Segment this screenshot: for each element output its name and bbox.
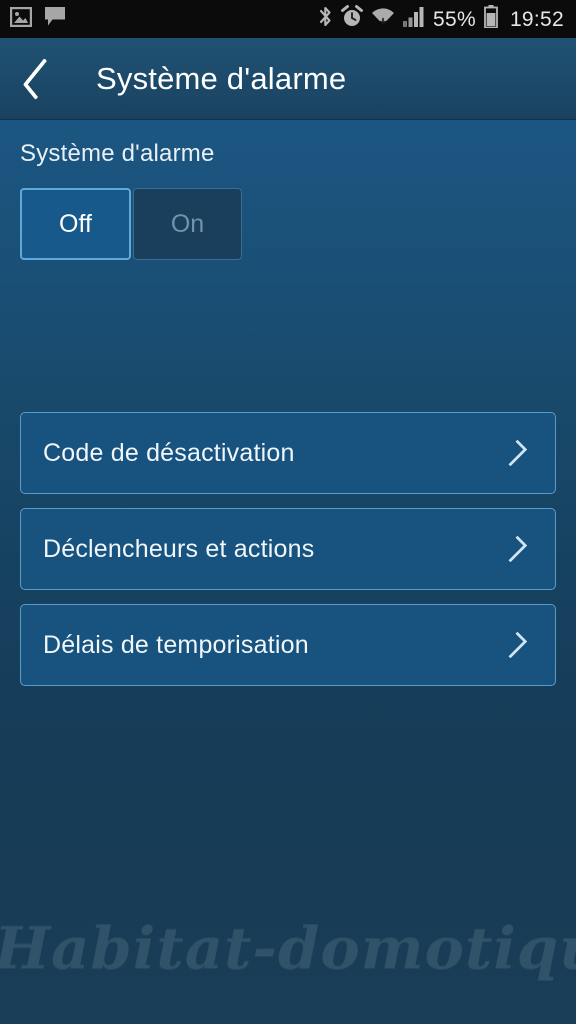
section-label: Système d'alarme	[20, 140, 215, 167]
toggle-option-on-label: On	[170, 209, 205, 238]
battery-icon	[484, 5, 498, 33]
chevron-right-icon	[500, 439, 528, 467]
settings-content: Système d'alarme Off On Code de désactiv…	[0, 120, 576, 1024]
alarm-clock-icon	[341, 5, 363, 33]
photo-icon	[9, 6, 33, 32]
toggle-option-on[interactable]: On	[133, 188, 242, 260]
toggle-option-off-label: Off	[59, 209, 92, 238]
chevron-right-icon	[500, 535, 528, 563]
cellular-signal-icon	[403, 6, 425, 32]
list-item-delay-times[interactable]: Délais de temporisation	[20, 604, 556, 686]
back-chevron-icon	[22, 57, 58, 101]
back-button[interactable]	[0, 38, 74, 120]
site-watermark: Habitat-domotique.fr	[0, 914, 576, 982]
status-bar-notifications	[9, 6, 66, 32]
page-title: Système d'alarme	[96, 61, 347, 96]
toggle-option-off[interactable]: Off	[20, 188, 131, 260]
message-icon	[44, 6, 66, 32]
status-bar-system: 55% 19:52	[318, 5, 564, 33]
list-item-label: Code de désactivation	[43, 438, 295, 467]
bluetooth-icon	[318, 5, 333, 33]
app-bar: Système d'alarme	[0, 38, 576, 120]
list-item-deactivation-code[interactable]: Code de désactivation	[20, 412, 556, 494]
phone-screen: 55% 19:52 Système d'alarme Système d'ala…	[0, 0, 576, 1024]
alarm-system-toggle[interactable]: Off On	[20, 188, 242, 260]
wifi-icon	[371, 7, 395, 32]
chevron-right-icon	[500, 631, 528, 659]
list-item-triggers-and-actions[interactable]: Déclencheurs et actions	[20, 508, 556, 590]
list-item-label: Délais de temporisation	[43, 630, 309, 659]
status-bar: 55% 19:52	[0, 0, 576, 38]
battery-percentage: 55%	[433, 7, 476, 31]
list-item-label: Déclencheurs et actions	[43, 534, 315, 563]
status-bar-clock: 19:52	[509, 7, 564, 31]
